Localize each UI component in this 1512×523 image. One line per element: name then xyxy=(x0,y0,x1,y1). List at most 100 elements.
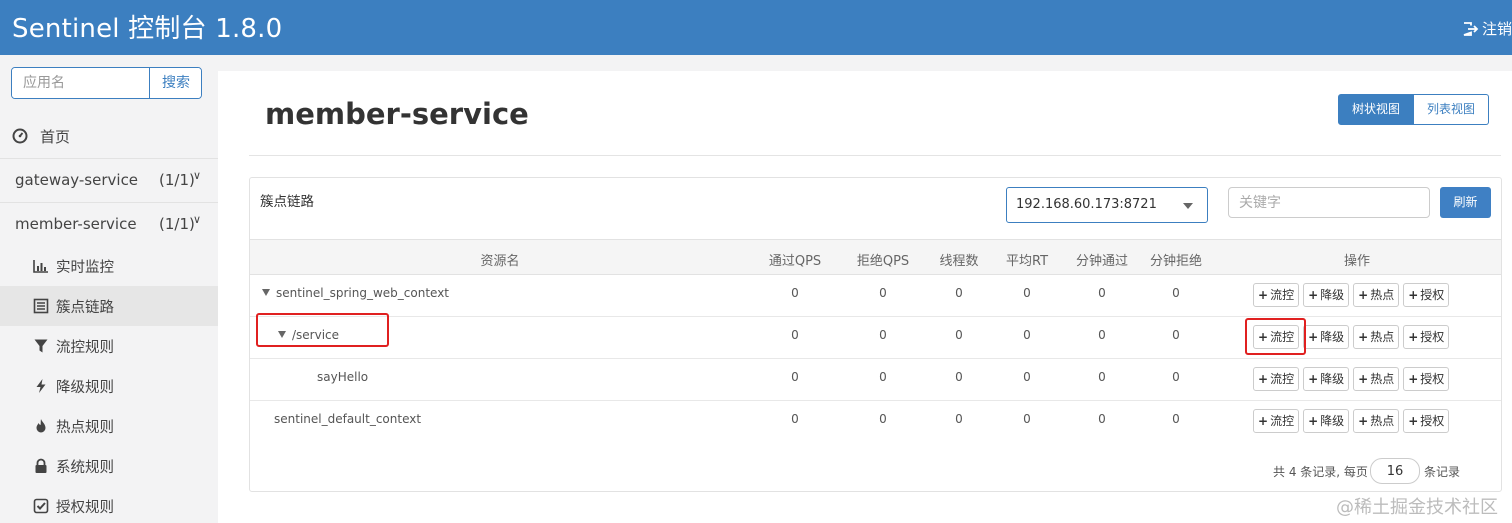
metric-value: 0 xyxy=(1172,286,1180,300)
logout-link[interactable]: 注销 xyxy=(1463,18,1512,39)
add-hotspot-rule-button[interactable]: + 热点 xyxy=(1353,283,1400,307)
metric-value: 0 xyxy=(791,370,799,384)
add-degrade-rule-button[interactable]: + 降级 xyxy=(1303,283,1350,307)
metric-value: 0 xyxy=(1023,286,1031,300)
sidebar-item-system-rules[interactable]: 系统规则 xyxy=(0,446,218,486)
page-size-input[interactable] xyxy=(1370,458,1420,484)
app-machine-count: (1/1) xyxy=(159,171,195,189)
action-label: 降级 xyxy=(1320,372,1345,386)
add-authority-rule-button[interactable]: + 授权 xyxy=(1403,409,1450,433)
row-actions: + 流控 + 降级 + 热点 + 授权 xyxy=(1253,367,1450,391)
view-toggle: 树状视图 列表视图 xyxy=(1338,94,1490,125)
add-degrade-rule-button[interactable]: + 降级 xyxy=(1303,367,1350,391)
app-name: gateway-service xyxy=(15,171,139,189)
sidebar-item-home[interactable]: 首页 xyxy=(0,115,218,159)
plus-icon: + xyxy=(1308,414,1319,428)
expand-triangle-icon[interactable] xyxy=(262,289,270,296)
keyword-input[interactable] xyxy=(1228,187,1430,218)
sidebar-app-gateway-service[interactable]: gateway-service (1/1) ∨ xyxy=(0,159,218,203)
resource-panel: 簇点链路 192.168.60.173:8721 刷新 资源名 通过QPS 拒绝… xyxy=(249,177,1502,492)
add-degrade-rule-button[interactable]: + 降级 xyxy=(1303,409,1350,433)
table-header: 资源名 通过QPS 拒绝QPS 线程数 平均RT 分钟通过 分钟拒绝 操作 xyxy=(250,239,1501,275)
action-label: 授权 xyxy=(1420,414,1445,428)
highlight-box-service-row xyxy=(256,313,389,347)
sidebar-item-hotspot-rules[interactable]: 热点规则 xyxy=(0,406,218,446)
add-hotspot-rule-button[interactable]: + 热点 xyxy=(1353,367,1400,391)
resource-name: sayHello xyxy=(317,370,368,384)
machine-select[interactable]: 192.168.60.173:8721 xyxy=(1006,187,1208,223)
app-search-input[interactable] xyxy=(12,68,149,98)
sidebar-item-cluster-link[interactable]: 簇点链路 xyxy=(0,286,218,326)
metric-value: 0 xyxy=(791,286,799,300)
plus-icon: + xyxy=(1408,330,1419,344)
sidebar-item-degrade-rules[interactable]: 降级规则 xyxy=(0,366,218,406)
metric-value: 0 xyxy=(879,328,887,342)
action-label: 授权 xyxy=(1420,330,1445,344)
plus-icon: + xyxy=(1258,288,1269,302)
add-flow-rule-button[interactable]: + 流控 xyxy=(1253,367,1300,391)
plus-icon: + xyxy=(1308,372,1319,386)
table-row: /service 0 0 0 0 0 0 + 流控 + 降级 + 热点 + 授权 xyxy=(250,317,1501,359)
sidebar-item-label: 簇点链路 xyxy=(56,300,114,316)
resource-name[interactable]: sentinel_spring_web_context xyxy=(262,286,449,300)
app-search: 搜索 xyxy=(11,67,202,99)
chevron-down-icon: ∨ xyxy=(193,169,202,182)
table-row: sayHello 0 0 0 0 0 0 + 流控 + 降级 + 热点 + 授权 xyxy=(250,359,1501,401)
add-flow-rule-button[interactable]: + 流控 xyxy=(1253,283,1300,307)
resource-name-text: sentinel_spring_web_context xyxy=(276,286,450,300)
add-flow-rule-button[interactable]: + 流控 xyxy=(1253,409,1300,433)
metric-value: 0 xyxy=(791,328,799,342)
sidebar-item-label: 降级规则 xyxy=(56,380,114,396)
highlight-box-flow-button xyxy=(1245,318,1306,355)
chevron-down-icon: ∨ xyxy=(193,213,202,226)
sidebar-item-realtime-monitor[interactable]: 实时监控 xyxy=(0,246,218,286)
main-content: member-service 树状视图 列表视图 簇点链路 192.168.60… xyxy=(218,71,1512,523)
action-label: 热点 xyxy=(1370,288,1395,302)
refresh-button[interactable]: 刷新 xyxy=(1440,187,1491,218)
action-label: 降级 xyxy=(1320,288,1345,302)
add-degrade-rule-button[interactable]: + 降级 xyxy=(1303,325,1350,349)
add-authority-rule-button[interactable]: + 授权 xyxy=(1403,283,1450,307)
sidebar-item-flow-rules[interactable]: 流控规则 xyxy=(0,326,218,366)
plus-icon: + xyxy=(1358,414,1369,428)
add-hotspot-rule-button[interactable]: + 热点 xyxy=(1353,409,1400,433)
metric-value: 0 xyxy=(1098,286,1106,300)
top-navbar: Sentinel 控制台 1.8.0 注销 xyxy=(0,0,1512,55)
column-header: 分钟拒绝 xyxy=(1149,254,1203,269)
metric-value: 0 xyxy=(1172,370,1180,384)
plus-icon: + xyxy=(1408,372,1419,386)
app-title[interactable]: Sentinel 控制台 1.8.0 xyxy=(12,8,282,45)
bolt-icon xyxy=(36,379,46,393)
action-label: 授权 xyxy=(1420,372,1445,386)
resource-name-text: sentinel_default_context xyxy=(274,412,422,426)
add-hotspot-rule-button[interactable]: + 热点 xyxy=(1353,325,1400,349)
plus-icon: + xyxy=(1308,330,1319,344)
caret-down-icon xyxy=(1183,203,1193,209)
metric-value: 0 xyxy=(955,370,963,384)
column-header: 资源名 xyxy=(480,254,520,269)
watermark: @稀土掘金技术社区 xyxy=(1336,497,1498,518)
sidebar-item-label: 热点规则 xyxy=(56,420,114,436)
column-header: 线程数 xyxy=(939,254,979,269)
metric-value: 0 xyxy=(879,286,887,300)
add-authority-rule-button[interactable]: + 授权 xyxy=(1403,367,1450,391)
metric-value: 0 xyxy=(1023,328,1031,342)
metric-value: 0 xyxy=(1098,370,1106,384)
column-header: 平均RT xyxy=(1005,254,1049,269)
column-header: 操作 xyxy=(1343,254,1371,269)
app-search-button[interactable]: 搜索 xyxy=(149,68,201,98)
sidebar-item-authority-rules[interactable]: 授权规则 xyxy=(0,486,218,523)
plus-icon: + xyxy=(1358,372,1369,386)
check-square-icon xyxy=(33,498,49,514)
plus-icon: + xyxy=(1408,414,1419,428)
plus-icon: + xyxy=(1308,288,1319,302)
tree-view-button[interactable]: 树状视图 xyxy=(1338,94,1415,125)
action-label: 降级 xyxy=(1320,414,1345,428)
pagination-suffix: 条记录 xyxy=(1424,465,1461,479)
column-header: 通过QPS xyxy=(768,254,822,269)
add-authority-rule-button[interactable]: + 授权 xyxy=(1403,325,1450,349)
plus-icon: + xyxy=(1258,372,1269,386)
sidebar-app-member-service[interactable]: member-service (1/1) ∨ xyxy=(0,203,218,247)
metric-value: 0 xyxy=(955,286,963,300)
list-view-button[interactable]: 列表视图 xyxy=(1414,94,1490,125)
